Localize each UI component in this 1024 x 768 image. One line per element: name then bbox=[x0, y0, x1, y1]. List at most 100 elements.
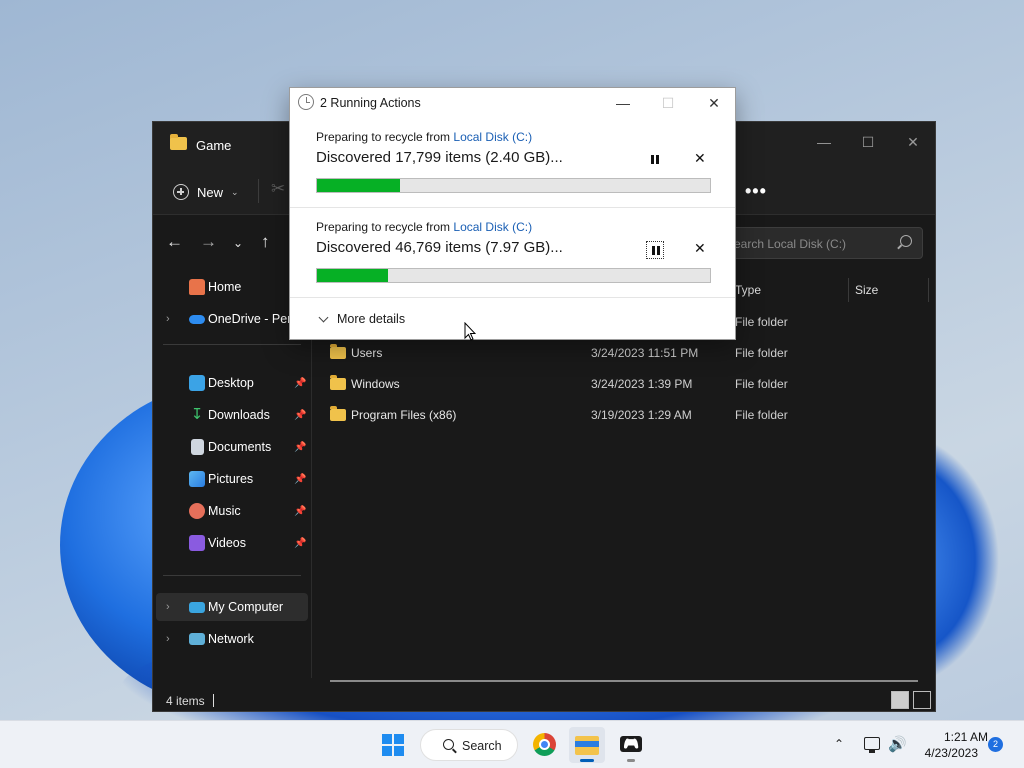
pin-icon[interactable]: 📌 bbox=[294, 442, 306, 453]
cancel-operation-button[interactable]: ✕ bbox=[694, 240, 706, 257]
more-details-label: More details bbox=[337, 312, 406, 326]
maximize-button[interactable]: ☐ bbox=[848, 128, 888, 156]
sidebar-item-label: Pictures bbox=[208, 472, 254, 486]
sidebar-item-label: Documents bbox=[208, 440, 272, 454]
operation-divider bbox=[290, 297, 735, 298]
game-app-taskbar-button[interactable] bbox=[613, 727, 649, 763]
column-separator[interactable] bbox=[928, 278, 929, 302]
music-icon bbox=[189, 503, 205, 519]
network-status-icon[interactable] bbox=[864, 737, 880, 753]
dialog-title: 2 Running Actions bbox=[320, 96, 421, 110]
home-icon bbox=[189, 279, 205, 295]
pin-icon[interactable]: 📌 bbox=[294, 378, 306, 389]
start-button[interactable] bbox=[382, 734, 404, 756]
sidebar-item-label: Network bbox=[208, 632, 254, 646]
taskbar: Search ⌃ 🔊 1:21 AM 4/23/2023 2 bbox=[0, 720, 1024, 768]
show-hidden-icons-chevron-icon[interactable]: ⌃ bbox=[834, 737, 844, 751]
progress-fill bbox=[317, 269, 388, 282]
sidebar-item-network[interactable]: › Network bbox=[156, 625, 308, 653]
chevron-down-icon: ⌄ bbox=[231, 186, 239, 197]
search-icon bbox=[900, 235, 912, 247]
desktop-icon bbox=[189, 375, 205, 391]
file-name: Windows bbox=[351, 377, 400, 391]
cut-icon[interactable]: ✂ bbox=[271, 179, 285, 199]
clock-icon bbox=[298, 94, 314, 110]
pin-icon[interactable]: 📌 bbox=[294, 506, 306, 517]
sidebar-item-documents[interactable]: Documents 📌 bbox=[156, 433, 308, 461]
sidebar-item-music[interactable]: Music 📌 bbox=[156, 497, 308, 525]
chevron-down-icon bbox=[318, 312, 329, 322]
pin-icon[interactable]: 📌 bbox=[294, 538, 306, 549]
sidebar-item-downloads[interactable]: ↧ Downloads 📌 bbox=[156, 401, 308, 429]
more-options-icon[interactable]: ••• bbox=[745, 181, 767, 202]
table-row[interactable]: Users 3/24/2023 11:51 PM File folder bbox=[323, 339, 933, 367]
sidebar-item-videos[interactable]: Videos 📌 bbox=[156, 529, 308, 557]
column-header-size[interactable]: Size bbox=[855, 276, 878, 304]
operation-divider bbox=[290, 207, 735, 208]
table-row[interactable]: Program Files (x86) 3/19/2023 1:29 AM Fi… bbox=[323, 401, 933, 429]
progress-bar bbox=[316, 178, 711, 193]
sidebar-item-home[interactable]: Home bbox=[156, 273, 308, 301]
file-name: Program Files (x86) bbox=[351, 408, 457, 422]
folder-icon bbox=[330, 344, 346, 359]
sidebar-item-my-computer[interactable]: › My Computer bbox=[156, 593, 308, 621]
item-count: 4 items bbox=[166, 694, 205, 708]
sidebar-item-pictures[interactable]: Pictures 📌 bbox=[156, 465, 308, 493]
sidebar-divider bbox=[163, 575, 301, 576]
chrome-taskbar-button[interactable] bbox=[526, 727, 562, 763]
source-link[interactable]: Local Disk (C:) bbox=[453, 130, 532, 144]
operation-status: Discovered 17,799 items (2.40 GB)... bbox=[316, 149, 563, 166]
new-button[interactable]: New ⌄ bbox=[173, 180, 239, 204]
taskbar-search-button[interactable]: Search bbox=[420, 729, 518, 761]
running-indicator bbox=[627, 759, 635, 762]
search-input[interactable]: earch Local Disk (C:) bbox=[723, 227, 923, 259]
tiles-view-icon[interactable] bbox=[913, 691, 931, 709]
clock-time[interactable]: 1:21 AM bbox=[920, 730, 988, 744]
back-arrow-icon[interactable]: ← bbox=[166, 232, 183, 252]
dialog-titlebar[interactable]: 2 Running Actions — ☐ ✕ bbox=[290, 88, 735, 118]
file-date: 3/24/2023 11:51 PM bbox=[591, 346, 699, 360]
operation-source: Preparing to recycle from Local Disk (C:… bbox=[316, 130, 532, 144]
horizontal-scrollbar[interactable] bbox=[330, 680, 918, 682]
more-details-button[interactable]: More details bbox=[318, 312, 406, 326]
chevron-right-icon: › bbox=[166, 313, 170, 325]
table-row[interactable]: Windows 3/24/2023 1:39 PM File folder bbox=[323, 370, 933, 398]
sidebar-item-label: Desktop bbox=[208, 376, 254, 390]
sidebar-item-label: Downloads bbox=[208, 408, 270, 422]
pin-icon[interactable]: 📌 bbox=[294, 410, 306, 421]
close-button[interactable]: ✕ bbox=[893, 128, 933, 156]
volume-icon[interactable]: 🔊 bbox=[888, 735, 907, 753]
pause-button[interactable] bbox=[646, 151, 664, 169]
progress-fill bbox=[317, 179, 400, 192]
sidebar-item-onedrive[interactable]: › OneDrive - Pers bbox=[156, 305, 308, 333]
file-name: Users bbox=[351, 346, 383, 360]
close-button[interactable]: ✕ bbox=[692, 90, 736, 116]
sidebar-item-label: Music bbox=[208, 504, 241, 518]
details-view-icon[interactable] bbox=[891, 691, 909, 709]
column-separator[interactable] bbox=[848, 278, 849, 302]
minimize-button[interactable]: — bbox=[804, 128, 844, 156]
minimize-button[interactable]: — bbox=[601, 90, 645, 116]
pin-icon[interactable]: 📌 bbox=[294, 474, 306, 485]
pause-button[interactable] bbox=[646, 241, 664, 259]
notification-badge[interactable]: 2 bbox=[988, 737, 1003, 752]
source-link[interactable]: Local Disk (C:) bbox=[453, 220, 532, 234]
recent-locations-chevron-icon[interactable]: ⌄ bbox=[233, 236, 243, 250]
clock-date[interactable]: 4/23/2023 bbox=[920, 746, 978, 760]
sidebar-item-desktop[interactable]: Desktop 📌 bbox=[156, 369, 308, 397]
column-header-type[interactable]: Type bbox=[735, 276, 761, 304]
computer-icon bbox=[189, 602, 205, 613]
file-explorer-taskbar-button[interactable] bbox=[569, 727, 605, 763]
sidebar-item-label: OneDrive - Pers bbox=[208, 312, 292, 326]
network-icon bbox=[189, 633, 205, 645]
status-separator bbox=[213, 694, 214, 707]
forward-arrow-icon[interactable]: → bbox=[200, 232, 217, 252]
up-arrow-icon[interactable]: ↑ bbox=[261, 232, 270, 252]
chrome-icon bbox=[533, 733, 556, 756]
folder-icon bbox=[170, 134, 187, 150]
chevron-right-icon: › bbox=[166, 633, 170, 645]
search-placeholder: earch Local Disk (C:) bbox=[734, 237, 847, 251]
onedrive-icon bbox=[189, 315, 205, 324]
file-type: File folder bbox=[735, 377, 788, 391]
cancel-operation-button[interactable]: ✕ bbox=[694, 150, 706, 167]
